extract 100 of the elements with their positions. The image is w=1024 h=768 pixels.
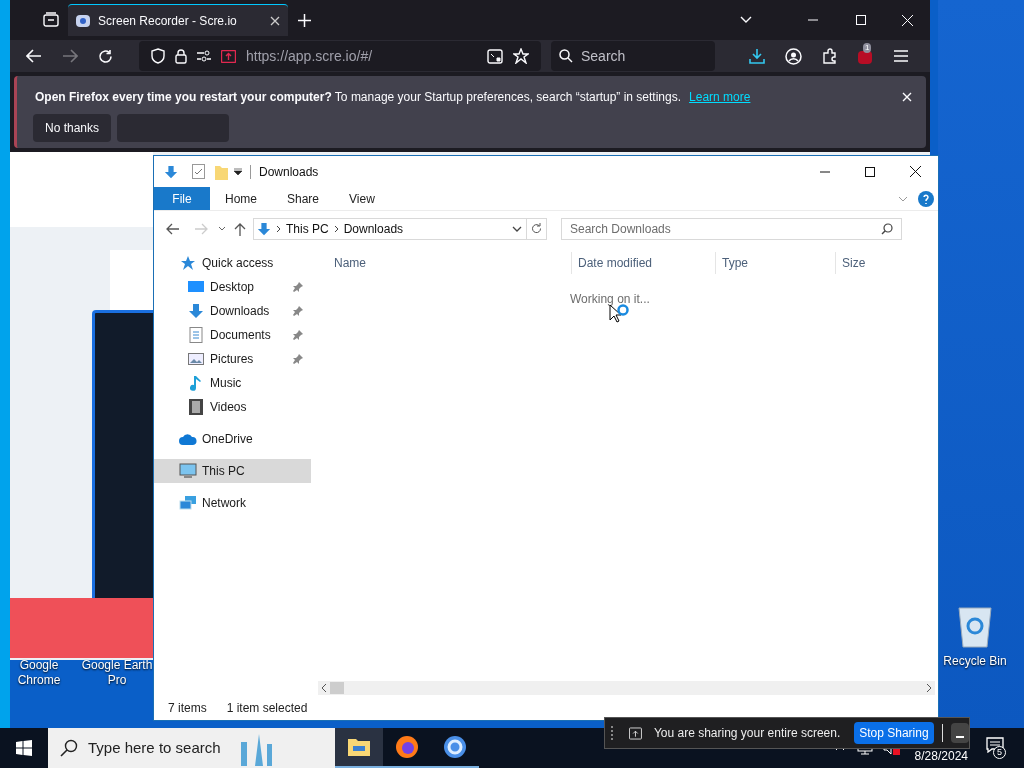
puzzle-icon[interactable] <box>822 48 838 64</box>
breadcrumb-item[interactable]: This PC <box>286 219 329 238</box>
status-text: 1 item selected <box>226 700 308 717</box>
column-header[interactable]: Size <box>835 252 910 274</box>
ribbon-tab[interactable]: Home <box>210 187 272 210</box>
download-icon[interactable] <box>749 48 765 64</box>
new-tab-icon[interactable] <box>298 13 311 27</box>
status-text: 7 items <box>168 700 207 717</box>
nav-item[interactable]: Desktop <box>154 275 311 299</box>
shield-icon[interactable] <box>151 48 165 64</box>
search-field[interactable]: Search <box>551 41 715 71</box>
ring-logo-icon <box>443 735 467 759</box>
minimize-icon[interactable] <box>820 170 830 173</box>
url-text[interactable]: https://app.scre.io/#/ <box>246 45 477 67</box>
desktop-icon-label[interactable]: Recycle Bin <box>940 652 1010 670</box>
chevron-down-icon[interactable] <box>512 225 522 232</box>
nav-item[interactable]: Network <box>154 491 311 515</box>
column-header[interactable]: Type <box>715 252 835 274</box>
no-thanks-button[interactable]: No thanks <box>33 114 112 142</box>
nav-item[interactable]: OneDrive <box>154 427 311 451</box>
breadcrumb-item[interactable]: Downloads <box>343 219 404 238</box>
back-arrow-icon[interactable] <box>166 222 180 235</box>
forward-arrow-icon[interactable] <box>62 49 78 63</box>
search-field[interactable]: Search Downloads <box>561 217 902 240</box>
column-header[interactable]: Name <box>316 252 571 274</box>
cloud-icon <box>179 433 197 445</box>
chevron-right-icon[interactable] <box>333 224 339 233</box>
sharing-message: You are sharing your entire screen. <box>653 725 841 742</box>
date-text[interactable]: 8/28/2024 <box>914 747 968 765</box>
screen-share-icon[interactable] <box>221 49 236 63</box>
window-title: Downloads <box>259 163 319 181</box>
learn-more-link[interactable]: Learn more <box>689 88 751 106</box>
taskbar-app[interactable] <box>335 728 383 768</box>
stop-sharing-button[interactable]: Stop Sharing <box>854 722 934 744</box>
column-header[interactable]: Date modified <box>571 252 715 274</box>
account-icon[interactable] <box>785 47 802 65</box>
extension-icon[interactable] <box>858 51 872 64</box>
nav-item[interactable]: Music <box>154 371 311 395</box>
ribbon-tab[interactable]: File <box>154 187 210 210</box>
drag-handle-icon[interactable] <box>611 726 613 740</box>
fox-logo-icon <box>395 735 419 759</box>
minimize-button[interactable] <box>950 723 969 743</box>
ribbon-tab[interactable]: Share <box>272 187 335 210</box>
notification-icon[interactable] <box>986 737 1004 753</box>
properties-icon[interactable] <box>192 164 205 179</box>
search-icon <box>60 739 78 757</box>
chevron-right-icon[interactable] <box>276 224 281 233</box>
notification-count: 5 <box>993 746 1006 759</box>
pin-icon <box>293 282 303 292</box>
notification-text: Open Firefox every time you restart your computer? To manage your Startup preferences, search “startup” in settings. <box>35 89 682 106</box>
caret-icon[interactable] <box>234 167 242 176</box>
search-icon <box>559 49 573 63</box>
busy-cursor-icon <box>609 304 629 324</box>
loading-text: Working on it... <box>570 291 650 308</box>
monitor-icon <box>188 280 204 294</box>
extension-badge: 1 <box>863 43 872 53</box>
ribbon-tab[interactable]: View <box>334 187 390 210</box>
refresh-icon[interactable] <box>531 223 542 234</box>
reader-view-icon[interactable] <box>487 48 503 64</box>
folder-icon <box>348 738 370 756</box>
lock-icon[interactable] <box>175 48 187 64</box>
desktop-icon-label[interactable]: Google Chrome <box>8 658 70 688</box>
search-icon <box>881 222 893 235</box>
scroll-thumb[interactable] <box>330 682 344 694</box>
picture-icon <box>188 352 204 366</box>
document-icon <box>189 327 203 343</box>
music-note-icon <box>190 375 202 391</box>
address-bar[interactable]: https://app.scre.io/#/ <box>139 41 541 71</box>
download-arrow-icon <box>257 220 271 237</box>
download-arrow-icon <box>188 303 204 319</box>
pin-icon <box>293 306 303 316</box>
taskbar-search-field[interactable]: Type here to search <box>48 728 335 768</box>
screen-record-icon <box>76 14 90 27</box>
reload-icon[interactable] <box>98 48 113 64</box>
film-icon <box>189 399 203 415</box>
share-screen-icon <box>629 726 642 740</box>
horizontal-scrollbar[interactable] <box>318 681 935 695</box>
nav-item[interactable]: Downloads <box>154 299 311 323</box>
address-bar[interactable]: This PC Downloads <box>253 217 547 240</box>
recycle-bin-icon[interactable] <box>956 604 994 648</box>
permissions-icon[interactable] <box>197 50 211 62</box>
download-arrow-icon <box>164 163 178 180</box>
nav-item[interactable]: Quick access <box>154 251 311 275</box>
close-icon[interactable] <box>910 166 921 177</box>
nav-item[interactable]: Videos <box>154 395 311 419</box>
maximize-icon[interactable] <box>865 166 875 177</box>
nav-item[interactable]: This PC <box>154 459 311 483</box>
star-icon <box>180 255 196 271</box>
browser-tab[interactable]: Screen Recorder - Scre.io <box>68 4 288 36</box>
windows-logo-icon[interactable] <box>16 740 32 756</box>
desktop-icon-label[interactable]: Google Earth Pro <box>78 658 156 688</box>
network-icon <box>179 495 197 511</box>
star-icon[interactable] <box>513 48 529 64</box>
tab-list-icon[interactable] <box>43 12 59 28</box>
menu-icon[interactable] <box>894 50 908 62</box>
help-icon[interactable] <box>918 190 934 207</box>
nav-item[interactable]: Pictures <box>154 347 311 371</box>
nav-item[interactable]: Documents <box>154 323 311 347</box>
computer-icon <box>179 463 197 479</box>
up-arrow-icon[interactable] <box>234 221 246 236</box>
